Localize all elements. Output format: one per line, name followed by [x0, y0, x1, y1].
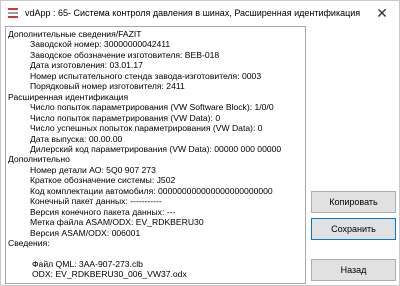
info-line: ODX: EV_RDKBERU30_006_VW37.odx — [32, 269, 187, 280]
title-bar[interactable]: vdApp : 65- Система контроля давления в … — [1, 1, 399, 25]
info-line: Дата изготовления: 03.01.17 — [30, 60, 143, 71]
info-line: Версия ASAM/ODX: 006001 — [30, 227, 141, 238]
info-line: Краткое обозначение системы: J502 — [30, 175, 176, 186]
info-line: Дилерский код параметрирования (VW Data)… — [30, 143, 282, 154]
info-line: Число попыток параметрирования (VW Data)… — [30, 112, 221, 123]
close-icon[interactable]: ✕ — [365, 1, 399, 25]
window-title: vdApp : 65- Система контроля давления в … — [25, 8, 361, 18]
info-line: Файл QML: 3AA-907-273.clb — [32, 258, 143, 269]
info-line: Код комплектации автомобиля: 00000000000… — [30, 185, 273, 196]
identification-text-panel[interactable]: Дополнительные сведения/FAZIT Заводской н… — [5, 26, 306, 284]
back-button[interactable]: Назад — [311, 259, 396, 281]
save-button[interactable]: Сохранить — [311, 218, 396, 240]
section-heading: Дополнительные сведения/FAZIT — [8, 29, 142, 39]
info-line: Порядковый номер изготовителя: 2411 — [30, 81, 185, 92]
info-line: Метка файла ASAM/ODX: EV_RDKBERU30 — [30, 217, 204, 228]
copy-button[interactable]: Копировать — [311, 191, 396, 213]
section-heading: Расширенная идентификация — [8, 91, 129, 102]
info-line: Заводской номер: 30000000042411 — [30, 39, 171, 50]
info-line: Дата выпуска: 00.00.00 — [30, 133, 123, 144]
info-line: Число попыток параметрирования (VW Softw… — [30, 102, 274, 113]
app-logo-icon — [7, 7, 19, 19]
info-line: Заводское обозначение изготовителя: BEB-… — [30, 49, 220, 60]
section-heading: Дополнительно — [8, 154, 70, 165]
info-line: Номер детали АО: 5Q0 907 273 — [30, 164, 156, 175]
info-line: Число успешных попыток параметрирования … — [30, 123, 263, 134]
dialog-window: vdApp : 65- Система контроля давления в … — [0, 0, 400, 286]
info-line: Конечный пакет данных: ----------- — [30, 196, 162, 207]
section-heading: Сведения: — [8, 238, 50, 248]
info-line: Номер испытательного стенда завода-изгот… — [30, 70, 262, 81]
info-line: Версия конечного пакета данных: --- — [30, 206, 176, 217]
